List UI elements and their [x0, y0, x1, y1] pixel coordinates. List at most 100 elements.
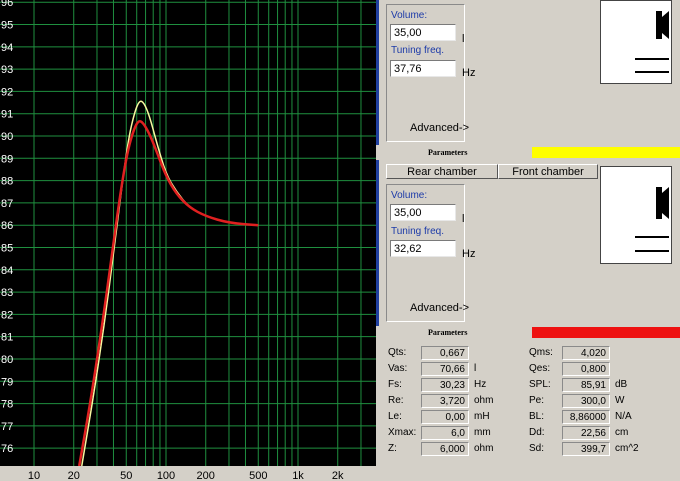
box-diagram-icon [600, 0, 672, 84]
right-panel: Volume: 35,00 l Tuning freq. 37,76 Hz Ad… [376, 0, 680, 481]
y-tick-label: 76 [1, 443, 13, 455]
param-name: Re: [388, 395, 404, 406]
param-value: 0,800 [562, 362, 610, 376]
param-value: 22,56 [562, 426, 610, 440]
param-name: Fs: [388, 379, 402, 390]
front-tuning-input[interactable]: 32,62 [390, 240, 456, 257]
param-name: Dd: [529, 427, 545, 438]
y-tick-label: 78 [1, 399, 13, 411]
y-tick-label: 85 [1, 242, 13, 254]
y-tick-label: 93 [1, 64, 13, 76]
y-tick-label: 80 [1, 354, 13, 366]
horizontal-grid [0, 1, 376, 449]
y-tick-labels: 76 77 78 79 80 81 82 83 84 85 86 87 88 89 90 91 92 93 94 95… [1, 0, 13, 455]
parameters-bar-2: Parameters [376, 327, 680, 338]
param-value: 85,91 [562, 378, 610, 392]
param-name: Le: [388, 411, 402, 422]
y-tick-label: 79 [1, 376, 13, 388]
y-tick-label: 89 [1, 153, 13, 165]
y-tick-label: 92 [1, 86, 13, 98]
x-tick-label: 1k [292, 470, 304, 481]
x-tick-label: 20 [68, 470, 80, 481]
y-tick-label: 83 [1, 287, 13, 299]
param-unit: ohm [474, 395, 494, 406]
param-value: 6,000 [421, 442, 469, 456]
y-tick-label: 88 [1, 176, 13, 188]
param-value: 4,020 [562, 346, 610, 360]
y-tick-label: 82 [1, 309, 13, 321]
param-unit: N/A [615, 411, 632, 422]
param-unit: dB [615, 379, 628, 390]
y-tick-label: 90 [1, 131, 13, 143]
rear-volume-label: Volume: [391, 10, 428, 21]
parameters-color-swatch-2 [532, 327, 680, 338]
rear-volume-unit: l [462, 33, 465, 45]
param-name: Vas: [388, 363, 408, 374]
param-unit: W [615, 395, 625, 406]
parameters-bar-1: Parameters [376, 147, 680, 158]
front-advanced-button[interactable]: Advanced-> [410, 302, 469, 314]
y-tick-label: 96 [1, 0, 13, 9]
x-tick-label: 10 [28, 470, 40, 481]
param-value: 300,0 [562, 394, 610, 408]
panel-border [376, 0, 379, 145]
tab-rear-chamber[interactable]: Rear chamber [386, 164, 498, 179]
x-axis-strip [0, 466, 376, 481]
rear-tuning-input[interactable]: 37,76 [390, 60, 456, 77]
param-unit: l [474, 363, 477, 374]
param-unit: mm [474, 427, 491, 438]
y-tick-label: 94 [1, 42, 13, 54]
x-tick-label: 2k [332, 470, 344, 481]
panel-border [376, 160, 379, 326]
rear-volume-input[interactable]: 35,00 [390, 24, 456, 41]
y-tick-label: 91 [1, 109, 13, 121]
rear-tuning-label: Tuning freq. [391, 45, 444, 56]
param-value: 8,86000 [562, 410, 610, 424]
param-value: 0,667 [421, 346, 469, 360]
y-tick-label: 86 [1, 220, 13, 232]
y-tick-label: 77 [1, 421, 13, 433]
param-name: Qms: [529, 347, 553, 358]
front-volume-input[interactable]: 35,00 [390, 204, 456, 221]
x-tick-label: 500 [249, 470, 267, 481]
front-tuning-label: Tuning freq. [391, 226, 444, 237]
y-tick-label: 95 [1, 20, 13, 32]
parameters-label-1: Parameters [428, 148, 468, 157]
param-name: Qts: [388, 347, 407, 358]
param-name: Pe: [529, 395, 545, 406]
frequency-response-chart: 76 77 78 79 80 81 82 83 84 85 86 87 88 89 90 91 92 93 94 95… [0, 0, 376, 481]
box-diagram-icon-2 [600, 166, 672, 264]
front-volume-unit: l [462, 213, 465, 225]
parameters-label-2: Parameters [428, 328, 468, 337]
plot-background [0, 0, 376, 481]
param-name: SPL: [529, 379, 551, 390]
param-name: Z: [388, 443, 397, 454]
parameters-color-swatch-1 [532, 147, 680, 158]
param-value: 70,66 [421, 362, 469, 376]
param-unit: Hz [474, 379, 487, 390]
x-tick-label: 100 [157, 470, 175, 481]
param-unit: cm^2 [615, 443, 639, 454]
x-tick-label: 200 [197, 470, 215, 481]
param-name: Qes: [529, 363, 551, 374]
param-value: 0,00 [421, 410, 469, 424]
tab-front-chamber[interactable]: Front chamber [498, 164, 598, 179]
param-value: 30,23 [421, 378, 469, 392]
param-value: 3,720 [421, 394, 469, 408]
param-name: BL: [529, 411, 545, 422]
param-name: Sd: [529, 443, 545, 454]
param-unit: ohm [474, 443, 494, 454]
rear-advanced-button[interactable]: Advanced-> [410, 122, 469, 134]
y-tick-label: 87 [1, 198, 13, 210]
front-volume-label: Volume: [391, 190, 428, 201]
front-tuning-unit: Hz [462, 248, 476, 260]
y-tick-label: 81 [1, 332, 13, 344]
param-unit: cm [615, 427, 629, 438]
y-tick-label: 84 [1, 265, 13, 277]
param-value: 399,7 [562, 442, 610, 456]
param-unit: mH [474, 411, 490, 422]
rear-tuning-unit: Hz [462, 67, 476, 79]
param-name: Xmax: [388, 427, 417, 438]
param-value: 6,0 [421, 426, 469, 440]
x-tick-label: 50 [120, 470, 132, 481]
